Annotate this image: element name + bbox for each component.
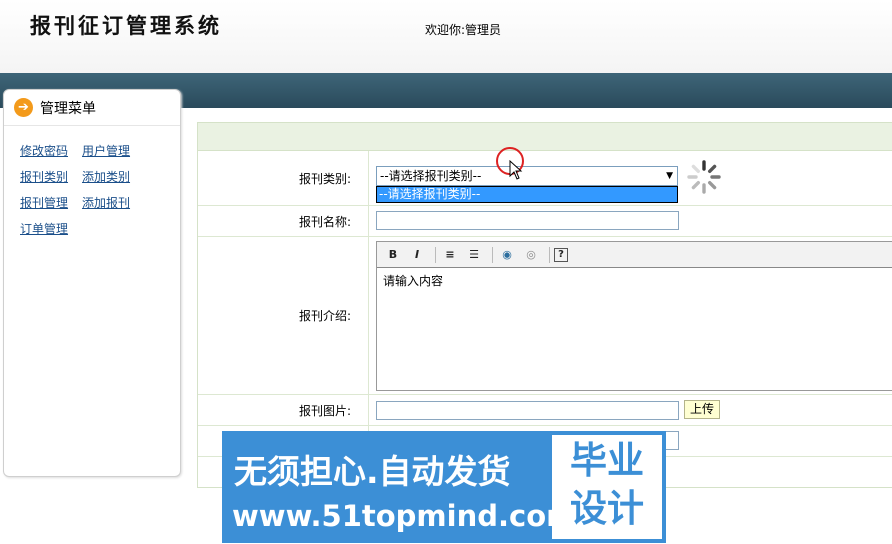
form-header — [198, 123, 892, 151]
intro-label: 报刊介绍: — [298, 309, 351, 323]
category-label: 报刊类别: — [298, 171, 351, 186]
italic-icon[interactable]: I — [407, 246, 427, 264]
mouse-pointer-icon — [509, 160, 523, 180]
sidebar: ➔ 管理菜单 修改密码 用户管理 报刊类别 添加类别 报刊管理 添加报刊 订单管… — [3, 89, 181, 477]
menu-row: 报刊类别 添加类别 — [20, 168, 180, 194]
header: 报刊征订管理系统 欢迎你:管理员 — [0, 0, 892, 73]
help-icon[interactable]: ? — [554, 247, 568, 262]
toolbar-divider — [435, 246, 436, 263]
banner-badge-line2: 设计 — [570, 487, 644, 530]
editor-content[interactable]: 请输入内容 — [377, 268, 892, 293]
image-label-cell: 报刊图片: — [198, 395, 369, 425]
name-label: 报刊名称: — [298, 214, 351, 229]
image-path-input[interactable] — [376, 401, 679, 420]
editor-toolbar: B I ≡ ☰ ◉ ◎ ? — [377, 242, 892, 268]
category-label-cell: 报刊类别: — [198, 151, 369, 205]
menu-link-add-periodical[interactable]: 添加报刊 — [82, 194, 130, 220]
bold-icon[interactable]: B — [383, 246, 403, 264]
name-input[interactable] — [376, 211, 679, 230]
category-row: 报刊类别: --请选择报刊类别-- ▼ --请选择报刊类别-- — [198, 151, 892, 206]
banner-badge-line1: 毕业 — [570, 439, 644, 482]
arrow-right-icon: ➔ — [14, 98, 33, 117]
category-selected-value: --请选择报刊类别-- — [380, 169, 482, 183]
name-row: 报刊名称: — [198, 206, 892, 237]
sidebar-title: 管理菜单 — [40, 100, 96, 117]
toolbar-divider — [492, 246, 493, 263]
banner-badge: 毕业 设计 — [552, 435, 662, 539]
toolbar-divider — [549, 246, 550, 263]
menu-row: 修改密码 用户管理 — [20, 142, 180, 168]
watermark-banner: 无须担心.自动发货 www.51topmind.com 毕业 设计 — [222, 431, 666, 543]
banner-url: www.51topmind.com — [232, 499, 577, 533]
upload-button[interactable]: 上传 — [684, 400, 721, 419]
image-row: 报刊图片: 上传 — [198, 395, 892, 426]
rich-text-editor: B I ≡ ☰ ◉ ◎ ? 请输入内容 — [376, 241, 892, 391]
category-select[interactable]: --请选择报刊类别-- ▼ — [376, 166, 678, 186]
ordered-list-icon[interactable]: ≡ — [440, 246, 460, 264]
menu-link-change-password[interactable]: 修改密码 — [20, 142, 68, 168]
intro-row: 报刊介绍: B I ≡ ☰ ◉ ◎ ? 请输入内容 — [198, 237, 892, 395]
banner-slogan: 无须担心.自动发货 — [234, 452, 511, 491]
menu-link-orders[interactable]: 订单管理 — [20, 220, 68, 246]
sidebar-menu: 修改密码 用户管理 报刊类别 添加类别 报刊管理 添加报刊 订单管理 — [4, 126, 180, 246]
category-option[interactable]: --请选择报刊类别-- — [376, 186, 678, 203]
chevron-down-icon[interactable]: ▼ — [666, 167, 673, 185]
welcome-text: 欢迎你:管理员 — [425, 23, 502, 37]
loading-spinner-icon — [687, 160, 721, 194]
app-title: 报刊征订管理系统 — [30, 13, 222, 38]
menu-link-categories[interactable]: 报刊类别 — [20, 168, 68, 194]
menu-link-add-category[interactable]: 添加类别 — [82, 168, 130, 194]
name-label-cell: 报刊名称: — [198, 206, 369, 236]
link-icon[interactable]: ◉ — [497, 246, 517, 264]
menu-link-periodical-management[interactable]: 报刊管理 — [20, 194, 68, 220]
menu-link-user-management[interactable]: 用户管理 — [82, 142, 130, 168]
unlink-icon[interactable]: ◎ — [521, 246, 541, 264]
menu-row: 订单管理 — [20, 220, 180, 246]
image-label: 报刊图片: — [298, 403, 351, 418]
intro-label-cell: 报刊介绍: — [198, 237, 369, 394]
menu-row: 报刊管理 添加报刊 — [20, 194, 180, 220]
sidebar-header: ➔ 管理菜单 — [4, 90, 180, 126]
unordered-list-icon[interactable]: ☰ — [464, 246, 484, 264]
